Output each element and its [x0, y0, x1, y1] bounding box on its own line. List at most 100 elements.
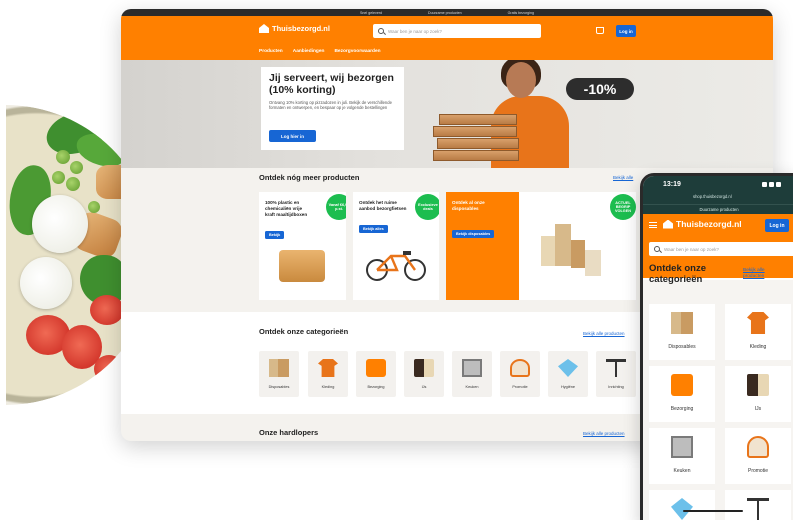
promo-text: Ontdek het ruime aanbod bezorgfietsen — [359, 200, 407, 211]
search-input[interactable]: Waar ben je naar op zoek? — [373, 24, 541, 38]
categories-title: Ontdek onze categorieën — [259, 327, 349, 336]
category-label: IJs — [421, 385, 427, 389]
meal-box-image — [279, 250, 325, 282]
promo-card-bikes[interactable]: Ontdek het ruime aanbod bezorgfietsen Be… — [353, 192, 439, 300]
category-label: Bezorging — [670, 406, 694, 412]
category-hygiene[interactable]: Hygiëne — [548, 351, 588, 397]
category-clothing[interactable]: Kleding — [308, 351, 348, 397]
table-icon — [606, 359, 626, 377]
login-button[interactable]: Log in — [765, 219, 789, 232]
tshirt-icon — [318, 359, 338, 377]
category-label: Inrichting — [608, 385, 624, 389]
packaging-image — [541, 224, 603, 280]
promo-button[interactable]: Bekijk alles — [359, 225, 388, 233]
search-icon — [378, 28, 384, 34]
nav-offers[interactable]: Aanbiedingen — [293, 49, 325, 54]
cart-icon[interactable] — [596, 27, 604, 34]
hero-login-button[interactable]: Log hier in — [269, 130, 316, 142]
bestsellers-title: Onze hardlopers — [259, 428, 319, 437]
nav-delivery-terms[interactable]: Bezorgvoorwaarden — [334, 49, 380, 54]
search-placeholder: Waar ben je naar op zoek? — [388, 28, 442, 34]
phone-category-disposables[interactable]: Disposables — [649, 304, 715, 360]
category-disposables[interactable]: Disposables — [259, 351, 299, 397]
category-label: Promotie — [512, 385, 528, 389]
brand-name: Thuisbezorgd.nl — [272, 24, 330, 33]
category-label: Bezorging — [367, 385, 385, 389]
brand-logo[interactable]: Thuisbezorgd.nl — [663, 219, 742, 229]
disposables-icon — [269, 359, 289, 377]
promotion-cup-icon — [747, 436, 769, 458]
phone-category-kitchen[interactable]: Keuken — [649, 428, 715, 484]
menu-icon[interactable] — [649, 222, 657, 228]
hero-text: Ontvang 10% korting op pizzadozen in jul… — [269, 100, 392, 111]
category-label: Keuken — [465, 385, 479, 389]
promo-button[interactable]: Bekijk disposables — [452, 230, 495, 238]
promo-badge: Exclusieve deals — [415, 194, 439, 220]
category-label: Keuken — [673, 468, 691, 474]
signal-icon — [762, 182, 781, 187]
usp-item: Snel geleverd — [360, 10, 383, 15]
search-placeholder: Waar ben je naar op zoek? — [664, 246, 719, 252]
phone-url[interactable]: shop.thuisbezorgd.nl — [693, 194, 732, 199]
tshirt-icon — [747, 312, 769, 334]
ice-cream-icon — [414, 359, 434, 377]
promotion-cup-icon — [510, 359, 530, 377]
usp-bar: Snel geleverd Duurzame producten Gratis … — [121, 9, 773, 16]
main-nav: Producten Aanbiedingen Bezorgvoorwaarden — [259, 49, 381, 54]
promo-badge: Vanaf €6,95 p.st. — [326, 194, 346, 220]
pizza-box — [433, 126, 517, 137]
phone-time: 13:19 — [663, 181, 681, 188]
marketing-composite: Snel geleverd Duurzame producten Gratis … — [0, 0, 793, 520]
phone-categories-title: Ontdek onze categorieën — [649, 263, 707, 285]
promo-badge: ACTUEL BEGRIP VOLGEN — [610, 194, 636, 220]
category-promotion[interactable]: Promotie — [500, 351, 540, 397]
category-label: Promotie — [747, 468, 768, 474]
phone-category-promotion[interactable]: Promotie — [725, 428, 791, 484]
delivery-bag-icon — [366, 359, 386, 377]
phone-categories-link[interactable]: Bekijk alle producten — [743, 268, 785, 280]
category-delivery[interactable]: Bezorging — [356, 351, 396, 397]
category-ice-cream[interactable]: IJs — [404, 351, 444, 397]
categories-link[interactable]: Bekijk alle producten — [583, 331, 625, 336]
hero-card: Jij serveert, wij bezorgen (10% korting)… — [261, 67, 404, 150]
phone-category-furnishing[interactable] — [725, 490, 791, 520]
phone-usp-banner: Duurzame producten — [643, 204, 793, 214]
search-icon — [654, 246, 660, 252]
phone-category-ice-cream[interactable]: IJs — [725, 366, 791, 422]
category-label: Hygiëne — [561, 385, 575, 389]
pizza-box — [439, 114, 517, 125]
category-label: Disposables — [668, 344, 696, 350]
category-label: Kleding — [749, 344, 767, 350]
oven-icon — [671, 436, 693, 458]
promo-text: 100% plastic en chemicaliën vrije kraft … — [265, 200, 308, 217]
category-kitchen[interactable]: Keuken — [452, 351, 492, 397]
phone-category-hygiene[interactable] — [649, 490, 715, 520]
phone-category-clothing[interactable]: Kleding — [725, 304, 791, 360]
bestsellers-link[interactable]: Bekijk alle producten — [583, 431, 625, 436]
pizza-box — [437, 138, 519, 149]
category-label: IJs — [754, 406, 762, 412]
category-label: Disposables — [268, 385, 290, 389]
promo-card-packaging[interactable]: ACTUEL BEGRIP VOLGEN — [519, 192, 636, 300]
login-button[interactable]: Log in — [616, 25, 636, 37]
promo-button[interactable]: Bekijk — [265, 231, 285, 239]
site-header: Thuisbezorgd.nl Waar ben je naar op zoek… — [121, 16, 773, 60]
promo-card-mealbox[interactable]: 100% plastic en chemicaliën vrije kraft … — [259, 192, 346, 300]
usp-item: Duurzame producten — [428, 10, 462, 15]
phone-status-bar: 13:19 shop.thuisbezorgd.nl — [643, 176, 793, 204]
more-products-title: Ontdek nóg meer producten — [259, 173, 360, 182]
brand-name: Thuisbezorgd.nl — [676, 219, 742, 229]
discount-badge: -10% — [566, 78, 634, 100]
nav-products[interactable]: Producten — [259, 49, 283, 54]
brand-logo[interactable]: Thuisbezorgd.nl — [259, 24, 330, 33]
more-products-link[interactable]: Bekijk alle — [613, 175, 633, 180]
phone-category-delivery[interactable]: Bezorging — [649, 366, 715, 422]
search-input[interactable]: Waar ben je naar op zoek? — [649, 242, 793, 256]
category-furnishing[interactable]: Inrichting — [596, 351, 636, 397]
delivery-bike-image — [366, 251, 426, 281]
home-indicator[interactable] — [683, 510, 743, 512]
table-icon — [747, 498, 769, 520]
house-icon — [259, 24, 269, 33]
mobile-phone: 13:19 shop.thuisbezorgd.nl Duurzame prod… — [640, 173, 793, 520]
promo-card-disposables[interactable]: Ontdek al onze disposables Bekijk dispos… — [446, 192, 519, 300]
